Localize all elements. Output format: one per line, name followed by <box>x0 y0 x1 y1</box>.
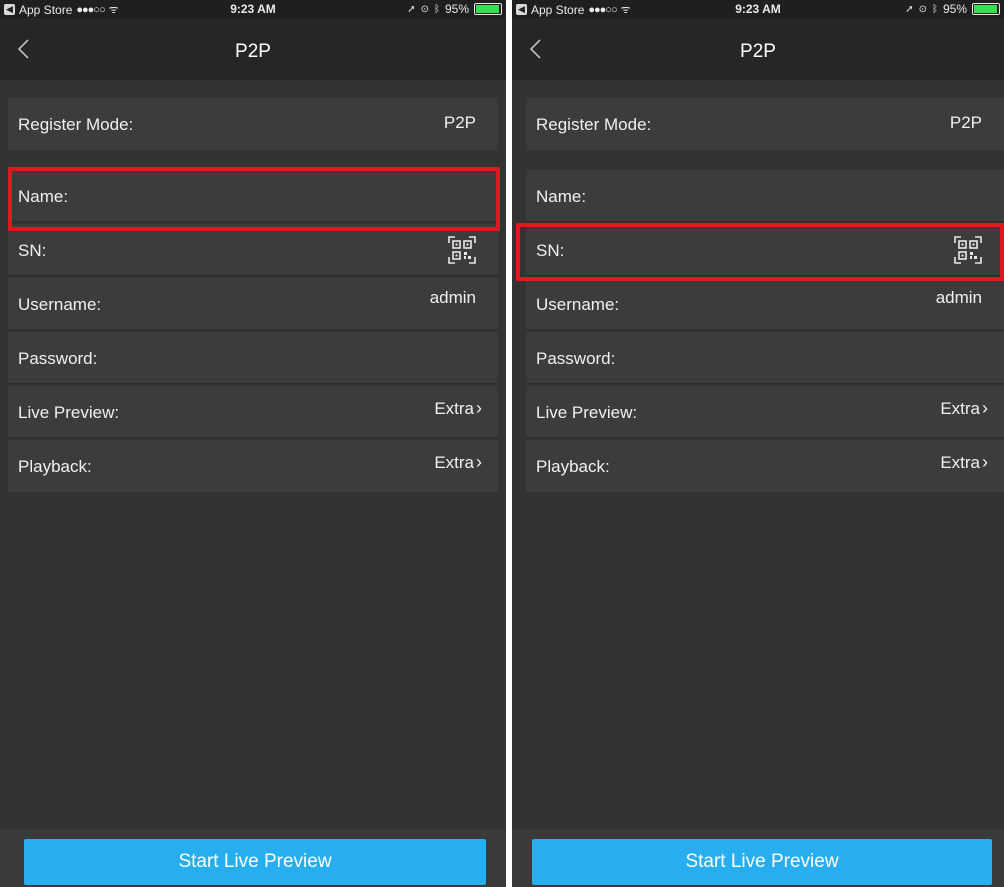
username-label: Username: <box>18 295 102 314</box>
password-row[interactable]: Password: <box>8 332 498 384</box>
name-row[interactable]: Name: <box>8 170 498 222</box>
chevron-right-icon: › <box>982 398 988 418</box>
live-preview-label: Live Preview: <box>536 403 638 422</box>
navigation-bar: P2P <box>0 18 506 80</box>
live-preview-label: Live Preview: <box>18 403 120 422</box>
status-right: ➚ ⊙ ᛒ 95% <box>407 2 502 16</box>
location-icon: ➚ <box>407 3 416 15</box>
battery-icon <box>972 3 1000 15</box>
live-preview-row[interactable]: Live Preview: Extra › <box>526 386 1004 438</box>
live-preview-value-text: Extra <box>434 399 474 418</box>
playback-value-text: Extra <box>434 453 474 472</box>
rotation-lock-icon: ⊙ <box>918 3 927 15</box>
register-mode-row[interactable]: Register Mode: P2P <box>526 98 1004 150</box>
battery-percent: 95% <box>444 2 469 16</box>
status-bar: ◀ App Store ●●●○○ ᯤ 9:23 AM ➚ ⊙ ᛒ 95% <box>0 0 506 18</box>
page-title: P2P <box>235 41 271 62</box>
username-value: admin <box>429 288 476 307</box>
chevron-right-icon: › <box>476 452 482 472</box>
playback-label: Playback: <box>18 457 92 476</box>
chevron-right-icon: › <box>982 452 988 472</box>
rotation-lock-icon: ⊙ <box>420 3 429 15</box>
name-label: Name: <box>18 187 69 206</box>
username-row[interactable]: Username: admin <box>526 278 1004 330</box>
username-label: Username: <box>536 295 620 314</box>
name-label: Name: <box>536 187 587 206</box>
status-bar: ◀ App Store ●●●○○ ᯤ 9:23 AM ➚ ⊙ ᛒ 95% <box>512 0 1004 18</box>
live-preview-row[interactable]: Live Preview: Extra › <box>8 386 498 438</box>
password-label: Password: <box>18 349 98 368</box>
bottom-bar: Start Live Preview <box>0 829 506 887</box>
page-title: P2P <box>740 41 776 62</box>
playback-value: Extra › <box>434 452 482 473</box>
username-value: admin <box>935 288 982 307</box>
phone-screen-left: ◀ App Store ●●●○○ ᯤ 9:23 AM ➚ ⊙ ᛒ 95% P2… <box>0 0 506 887</box>
bluetooth-icon: ᛒ <box>931 3 938 15</box>
playback-value-text: Extra <box>940 453 980 472</box>
live-preview-value: Extra › <box>434 398 482 419</box>
register-mode-row[interactable]: Register Mode: P2P <box>8 98 498 150</box>
qr-code-scan-icon[interactable] <box>954 236 982 264</box>
bottom-bar: Start Live Preview <box>512 829 1004 887</box>
start-live-preview-button[interactable]: Start Live Preview <box>24 839 486 885</box>
bluetooth-icon: ᛒ <box>433 3 440 15</box>
battery-icon <box>474 3 502 15</box>
username-row[interactable]: Username: admin <box>8 278 498 330</box>
status-right: ➚ ⊙ ᛒ 95% <box>905 2 1000 16</box>
chevron-right-icon: › <box>476 398 482 418</box>
password-label: Password: <box>536 349 616 368</box>
sn-label: SN: <box>536 241 565 260</box>
location-icon: ➚ <box>905 3 914 15</box>
playback-row[interactable]: Playback: Extra › <box>526 440 1004 492</box>
qr-code-scan-icon[interactable] <box>448 236 476 264</box>
live-preview-value-text: Extra <box>940 399 980 418</box>
phone-screen-right: ◀ App Store ●●●○○ ᯤ 9:23 AM ➚ ⊙ ᛒ 95% P2… <box>512 0 1004 887</box>
register-mode-value: P2P <box>443 113 476 132</box>
register-mode-value: P2P <box>949 113 982 132</box>
register-mode-label: Register Mode: <box>536 115 652 134</box>
start-live-preview-button[interactable]: Start Live Preview <box>532 839 992 885</box>
navigation-bar: P2P <box>512 18 1004 80</box>
playback-label: Playback: <box>536 457 610 476</box>
playback-row[interactable]: Playback: Extra › <box>8 440 498 492</box>
playback-value: Extra › <box>940 452 988 473</box>
sn-row[interactable]: SN: <box>8 224 498 276</box>
register-mode-label: Register Mode: <box>18 115 134 134</box>
screenshot-pair: ◀ App Store ●●●○○ ᯤ 9:23 AM ➚ ⊙ ᛒ 95% P2… <box>0 0 1004 887</box>
sn-label: SN: <box>18 241 47 260</box>
password-row[interactable]: Password: <box>526 332 1004 384</box>
sn-row[interactable]: SN: <box>526 224 1004 276</box>
name-row[interactable]: Name: <box>526 170 1004 222</box>
battery-percent: 95% <box>942 2 967 16</box>
live-preview-value: Extra › <box>940 398 988 419</box>
